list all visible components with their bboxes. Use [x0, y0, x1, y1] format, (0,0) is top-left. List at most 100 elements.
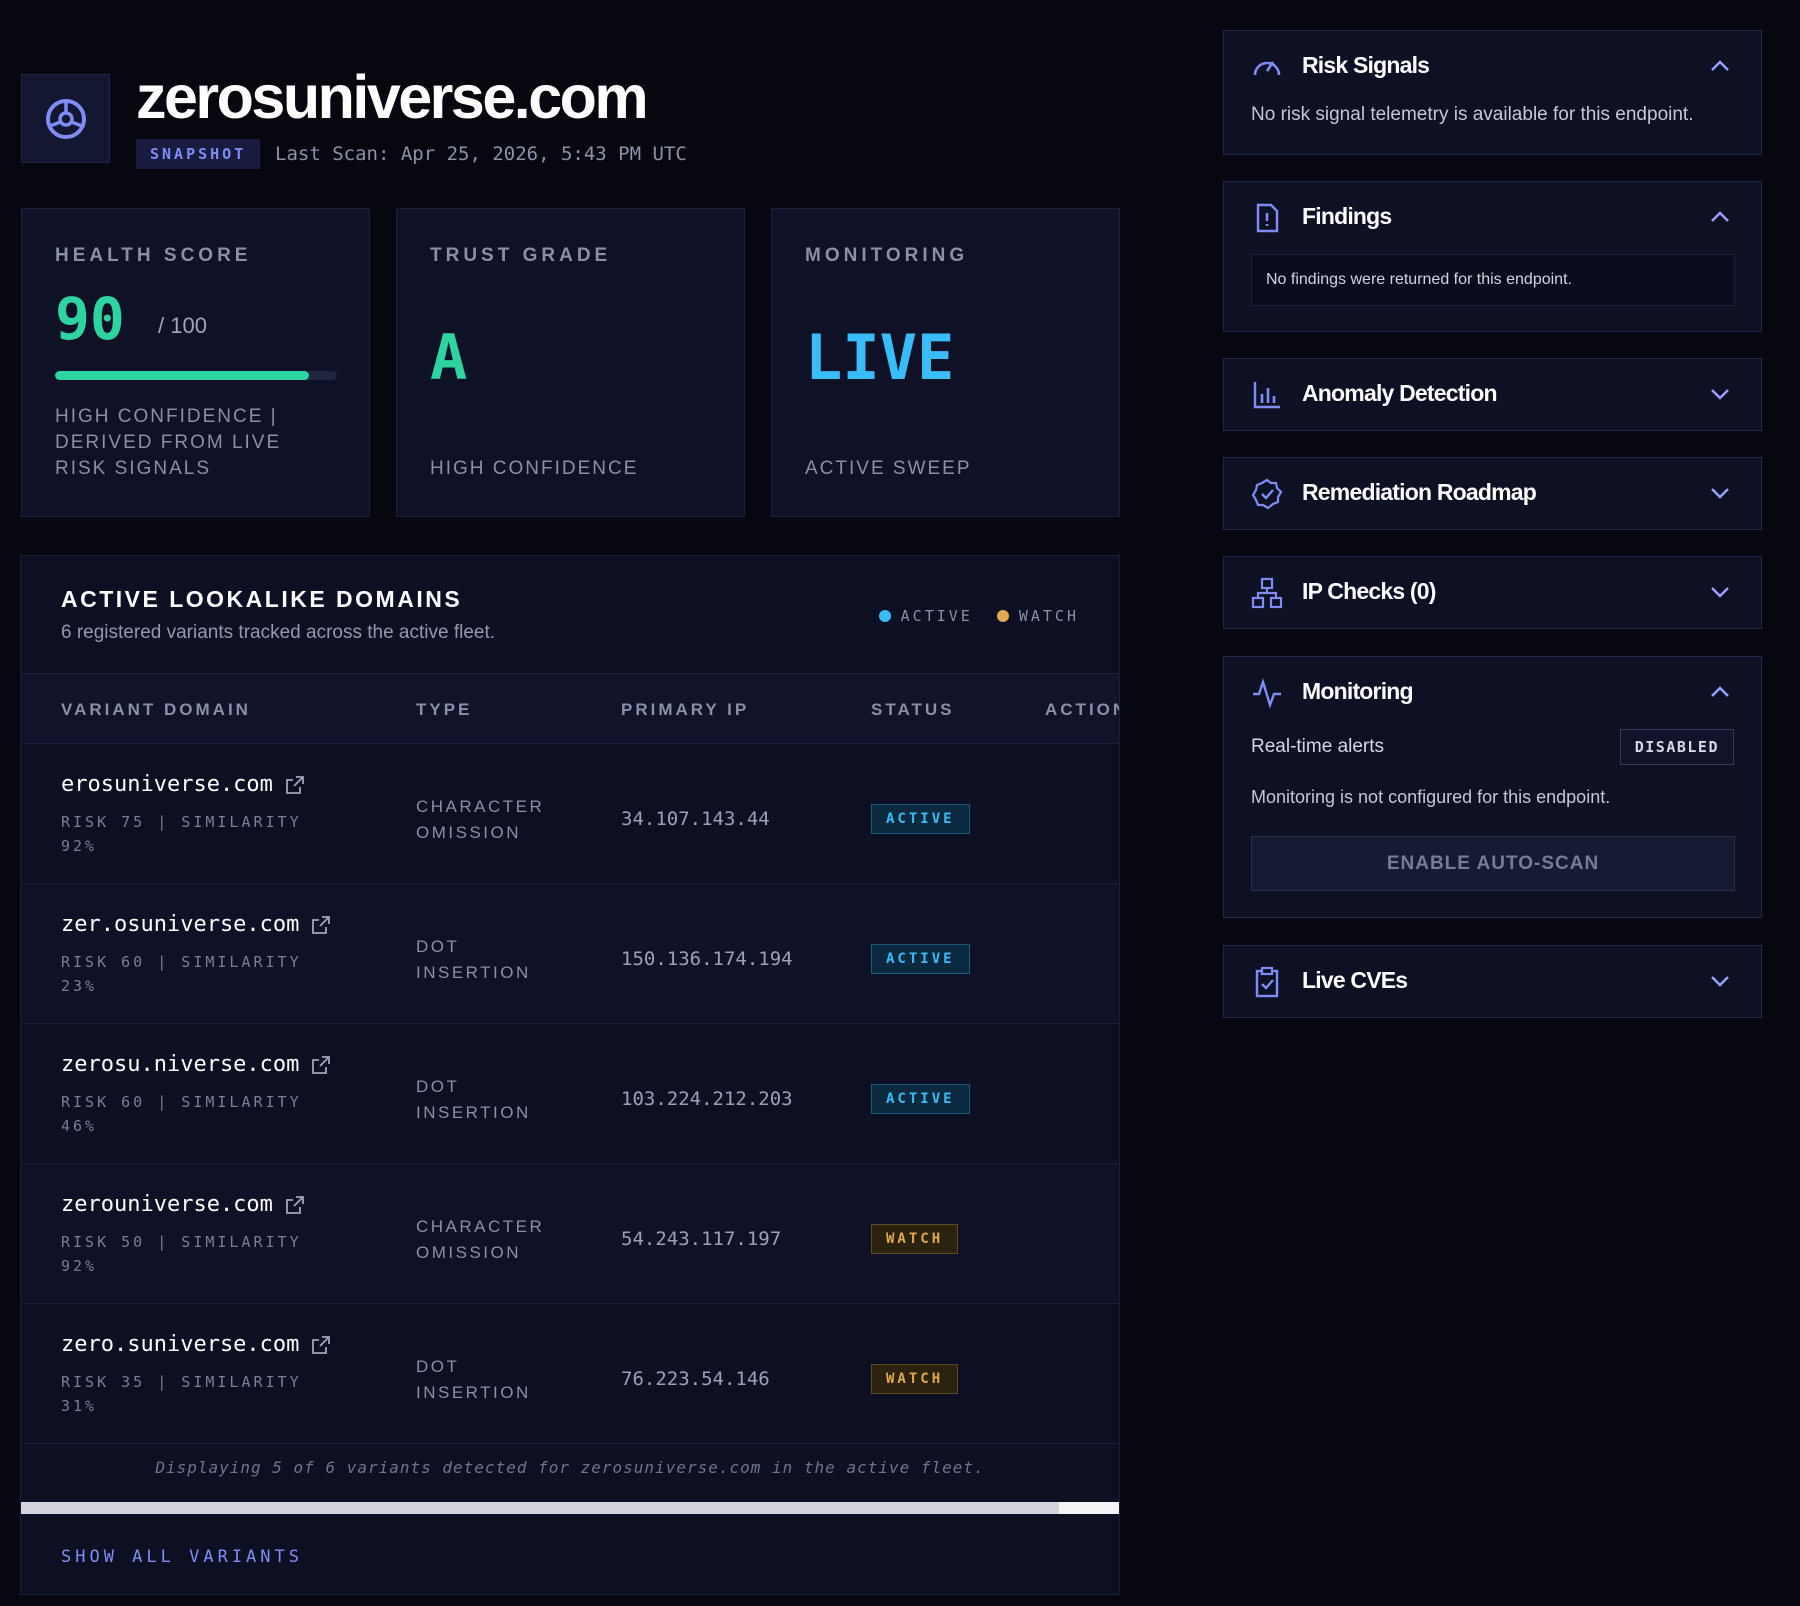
last-scan-timestamp: Last Scan: Apr 25, 2026, 5:43 PM UTC: [275, 143, 687, 165]
variant-type: DOT INSERTION: [416, 1077, 531, 1122]
variant-domain[interactable]: erosuniverse.com: [61, 772, 273, 797]
risk-signals-section: Risk Signals No risk signal telemetry is…: [1223, 30, 1762, 155]
findings-title: Findings: [1302, 203, 1392, 229]
document-alert-icon: [1256, 203, 1279, 233]
health-progress-bar: [55, 371, 337, 380]
column-type: TYPE: [416, 700, 473, 719]
status-badge: ACTIVE: [871, 944, 970, 974]
realtime-alerts-label: Real-time alerts: [1251, 736, 1385, 757]
snapshot-badge: SNAPSHOT: [136, 139, 261, 169]
table-body: erosuniverse.com RISK 75 | SIMILARITY 92…: [21, 744, 1119, 1444]
findings-empty-state: No findings were returned for this endpo…: [1251, 254, 1735, 306]
table-row: zerouniverse.com RISK 50 | SIMILARITY 92…: [21, 1164, 1119, 1304]
alerts-status-badge: DISABLED: [1619, 729, 1734, 765]
variant-risk-meta: RISK 75 | SIMILARITY 92%: [61, 813, 302, 855]
variant-domain-link[interactable]: erosuniverse.com: [61, 772, 305, 797]
scrollbar-thumb[interactable]: [21, 1502, 1059, 1514]
network-icon: [1251, 577, 1283, 609]
status-badge: ACTIVE: [871, 1084, 970, 1114]
chevron-up-icon[interactable]: [1709, 58, 1731, 74]
panel-header: ACTIVE LOOKALIKE DOMAINS 6 registered va…: [21, 556, 1119, 674]
anomaly-detection-header[interactable]: Anomaly Detection: [1224, 359, 1761, 431]
status-badge: WATCH: [871, 1224, 959, 1254]
external-link-icon[interactable]: [311, 1335, 331, 1355]
variant-type: DOT INSERTION: [416, 1357, 531, 1402]
trust-grade-card: TRUST GRADE A HIGH CONFIDENCE: [396, 208, 745, 517]
findings-header[interactable]: Findings: [1224, 182, 1761, 254]
external-link-icon[interactable]: [285, 775, 305, 795]
health-score-card: HEALTH SCORE 90 / 100 HIGH CONFIDENCE | …: [21, 208, 370, 517]
column-variant: VARIANT DOMAIN: [61, 700, 251, 719]
bar-chart-icon: [1253, 382, 1280, 409]
variant-ip: 34.107.143.44: [621, 808, 770, 830]
ip-checks-header[interactable]: IP Checks (0): [1224, 557, 1761, 629]
variant-domain-link[interactable]: zero.suniverse.com: [61, 1332, 331, 1357]
chevron-down-icon[interactable]: [1709, 485, 1731, 501]
live-cves-title: Live CVEs: [1302, 967, 1408, 993]
remediation-roadmap-title: Remediation Roadmap: [1302, 479, 1537, 505]
horizontal-scrollbar[interactable]: [21, 1502, 1119, 1514]
lookalike-domains-panel: ACTIVE LOOKALIKE DOMAINS 6 registered va…: [20, 555, 1120, 1595]
chevron-down-icon[interactable]: [1709, 973, 1731, 989]
variant-type: DOT INSERTION: [416, 937, 531, 982]
monitoring-value: LIVE: [805, 321, 955, 394]
enable-auto-scan-button[interactable]: ENABLE AUTO-SCAN: [1251, 836, 1735, 891]
variant-domain-link[interactable]: zerosu.niverse.com: [61, 1052, 331, 1077]
risk-signals-title: Risk Signals: [1302, 52, 1430, 78]
badge-check-icon: [1251, 478, 1283, 510]
trust-grade-caption: HIGH CONFIDENCE: [430, 458, 639, 479]
chevron-up-icon[interactable]: [1709, 209, 1731, 225]
legend-watch-label: WATCH: [1018, 607, 1079, 625]
variant-domain[interactable]: zero.suniverse.com: [61, 1332, 299, 1357]
variant-risk-meta: RISK 50 | SIMILARITY 92%: [61, 1233, 302, 1275]
legend-active: ACTIVE: [878, 607, 973, 625]
globe-shield-icon: [45, 98, 86, 139]
page-title: zerosuniverse.com: [136, 63, 649, 131]
chevron-down-icon[interactable]: [1709, 584, 1731, 600]
anomaly-detection-section: Anomaly Detection: [1223, 358, 1762, 431]
chevron-up-icon[interactable]: [1709, 684, 1731, 700]
external-link-icon[interactable]: [311, 1055, 331, 1075]
table-row: zer.osuniverse.com RISK 60 | SIMILARITY …: [21, 884, 1119, 1024]
health-score-caption: HIGH CONFIDENCE | DERIVED FROM LIVE RISK…: [55, 406, 282, 479]
external-link-icon[interactable]: [285, 1195, 305, 1215]
live-cves-section: Live CVEs: [1223, 945, 1762, 1018]
live-cves-header[interactable]: Live CVEs: [1224, 946, 1761, 1018]
external-link-icon[interactable]: [311, 915, 331, 935]
ip-checks-section: IP Checks (0): [1223, 556, 1762, 629]
variant-risk-meta: RISK 35 | SIMILARITY 31%: [61, 1373, 302, 1415]
monitoring-card: MONITORING LIVE ACTIVE SWEEP: [771, 208, 1120, 517]
table-row: erosuniverse.com RISK 75 | SIMILARITY 92…: [21, 744, 1119, 884]
remediation-roadmap-header[interactable]: Remediation Roadmap: [1224, 458, 1761, 530]
panel-subtitle: 6 registered variants tracked across the…: [61, 622, 496, 643]
clipboard-check-icon: [1255, 966, 1279, 998]
column-ip: PRIMARY IP: [621, 700, 750, 719]
status-badge: WATCH: [871, 1364, 959, 1394]
variant-ip: 76.223.54.146: [621, 1368, 770, 1390]
variant-type: CHARACTER OMISSION: [416, 1217, 545, 1262]
risk-signals-header[interactable]: Risk Signals: [1224, 31, 1761, 103]
variant-domain[interactable]: zerosu.niverse.com: [61, 1052, 299, 1077]
table-header: VARIANT DOMAIN TYPE PRIMARY IP STATUS AC…: [21, 674, 1119, 744]
show-all-variants-button[interactable]: SHOW ALL VARIANTS: [61, 1547, 303, 1567]
remediation-roadmap-section: Remediation Roadmap: [1223, 457, 1762, 530]
trust-grade-label: TRUST GRADE: [430, 245, 612, 266]
watch-dot-icon: [996, 610, 1009, 622]
variant-domain[interactable]: zerouniverse.com: [61, 1192, 273, 1217]
gauge-icon: [1253, 61, 1281, 76]
health-progress-fill: [55, 371, 309, 380]
monitoring-header[interactable]: Monitoring: [1224, 657, 1761, 729]
health-score-max: / 100: [158, 313, 207, 338]
ip-checks-title: IP Checks (0): [1302, 578, 1436, 604]
status-legend: ACTIVE WATCH: [865, 607, 1079, 625]
status-badge: ACTIVE: [871, 804, 970, 834]
variant-type: CHARACTER OMISSION: [416, 797, 545, 842]
variant-domain-link[interactable]: zer.osuniverse.com: [61, 912, 331, 937]
table-row: zero.suniverse.com RISK 35 | SIMILARITY …: [21, 1304, 1119, 1444]
chevron-down-icon[interactable]: [1709, 386, 1731, 402]
active-dot-icon: [878, 610, 891, 622]
variant-risk-meta: RISK 60 | SIMILARITY 23%: [61, 953, 302, 995]
variant-domain-link[interactable]: zerouniverse.com: [61, 1192, 305, 1217]
monitoring-caption: ACTIVE SWEEP: [805, 458, 972, 479]
variant-domain[interactable]: zer.osuniverse.com: [61, 912, 299, 937]
